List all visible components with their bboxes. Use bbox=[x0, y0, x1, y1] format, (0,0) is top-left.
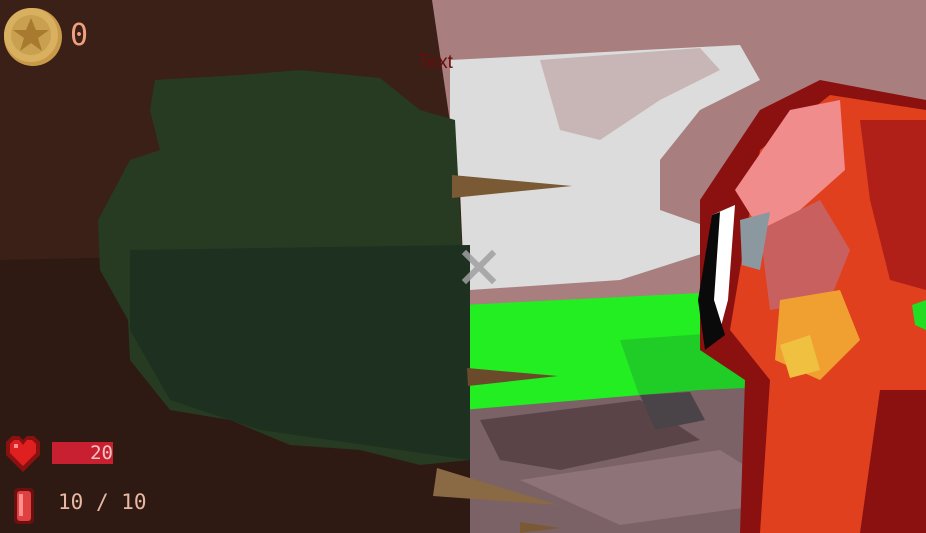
ammo-counter: 10 / 10 bbox=[58, 490, 147, 514]
coin-count: 0 bbox=[70, 18, 89, 53]
bullet-icon bbox=[14, 488, 34, 524]
health-bar: 20 bbox=[52, 442, 113, 464]
coin-star-icon bbox=[4, 8, 62, 66]
game-scene bbox=[0, 0, 926, 533]
ammo-max: 10 bbox=[121, 490, 147, 514]
ammo-current: 10 bbox=[58, 490, 84, 514]
debug-text-label: Text bbox=[418, 52, 453, 73]
ammo-separator: / bbox=[95, 490, 109, 514]
health-value: 20 bbox=[90, 442, 113, 464]
